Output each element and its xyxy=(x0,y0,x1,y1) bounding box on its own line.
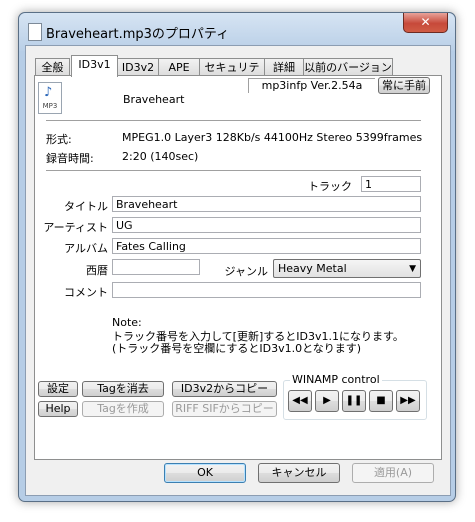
album-input[interactable]: Fates Calling xyxy=(112,238,421,254)
tab-security[interactable]: セキュリティ xyxy=(199,58,265,91)
help-button[interactable]: Help xyxy=(38,401,78,417)
genre-label: ジャンル xyxy=(224,265,268,278)
close-button[interactable]: ✕ xyxy=(403,13,448,33)
delete-tag-button[interactable]: Tagを消去 xyxy=(82,381,164,397)
music-note-icon: ♪ xyxy=(44,85,53,100)
cancel-button[interactable]: キャンセル xyxy=(258,463,340,483)
mp3-icon-label: MP3 xyxy=(42,102,58,110)
divider xyxy=(46,120,421,122)
track-label: トラック xyxy=(308,180,352,193)
previous-track-icon[interactable]: ◀◀ xyxy=(288,390,312,412)
title-label: タイトル xyxy=(64,200,108,213)
tab-previous-versions[interactable]: 以前のバージョン xyxy=(303,58,393,76)
version-label: mp3infp Ver.2.54a xyxy=(248,78,375,93)
chevron-down-icon: ▼ xyxy=(409,264,416,274)
create-tag-button[interactable]: Tagを作成 xyxy=(82,401,164,417)
play-icon[interactable]: ▶ xyxy=(315,390,339,412)
duration-label: 録音時間: xyxy=(46,152,94,165)
comment-label: コメント xyxy=(64,286,108,299)
tab-id3v1[interactable]: ID3v1 xyxy=(71,55,118,77)
mp3-icon: ♪ MP3 xyxy=(38,82,62,114)
ok-button[interactable]: OK xyxy=(164,463,246,483)
window-title: Braveheart.mp3のプロパティ xyxy=(46,27,230,42)
copy-from-riff-button[interactable]: RIFF SIFからコピー xyxy=(172,401,277,417)
always-on-top-button[interactable]: 常に手前 xyxy=(378,77,430,94)
format-label: 形式: xyxy=(46,133,72,146)
title-input[interactable]: Braveheart xyxy=(112,196,421,212)
file-name: Braveheart xyxy=(123,93,185,106)
album-label: アルバム xyxy=(64,242,108,255)
format-value: MPEG1.0 Layer3 128Kb/s 44100Hz Stereo 53… xyxy=(122,131,423,144)
divider xyxy=(46,170,421,172)
next-track-icon[interactable]: ▶▶ xyxy=(396,390,420,412)
duration-value: 2:20 (140sec) xyxy=(122,150,199,163)
tab-id3v2[interactable]: ID3v2 xyxy=(117,58,159,76)
tab-general[interactable]: 全般 xyxy=(35,58,70,76)
apply-button[interactable]: 適用(A) xyxy=(352,463,434,483)
stop-icon[interactable]: ■ xyxy=(369,390,393,412)
pause-icon[interactable]: ❚❚ xyxy=(342,390,366,412)
year-label: 西暦 xyxy=(86,264,108,277)
artist-input[interactable]: UG xyxy=(112,217,421,233)
file-icon xyxy=(28,23,42,41)
note-line: (トラック番号を空欄にするとID3v1.0となります) xyxy=(112,342,362,355)
track-input[interactable]: 1 xyxy=(361,176,421,192)
genre-value: Heavy Metal xyxy=(278,262,347,275)
tab-ape[interactable]: APE xyxy=(158,58,200,76)
comment-input[interactable] xyxy=(112,282,421,298)
year-input[interactable] xyxy=(112,259,200,275)
genre-select[interactable]: Heavy Metal ▼ xyxy=(273,259,421,278)
settings-button[interactable]: 設定 xyxy=(38,381,78,397)
artist-label: アーティスト xyxy=(43,221,108,234)
copy-from-id3v2-button[interactable]: ID3v2からコピー xyxy=(172,381,277,397)
tab-details[interactable]: 詳細 xyxy=(264,58,304,76)
winamp-control-title: WINAMP control xyxy=(290,373,382,386)
